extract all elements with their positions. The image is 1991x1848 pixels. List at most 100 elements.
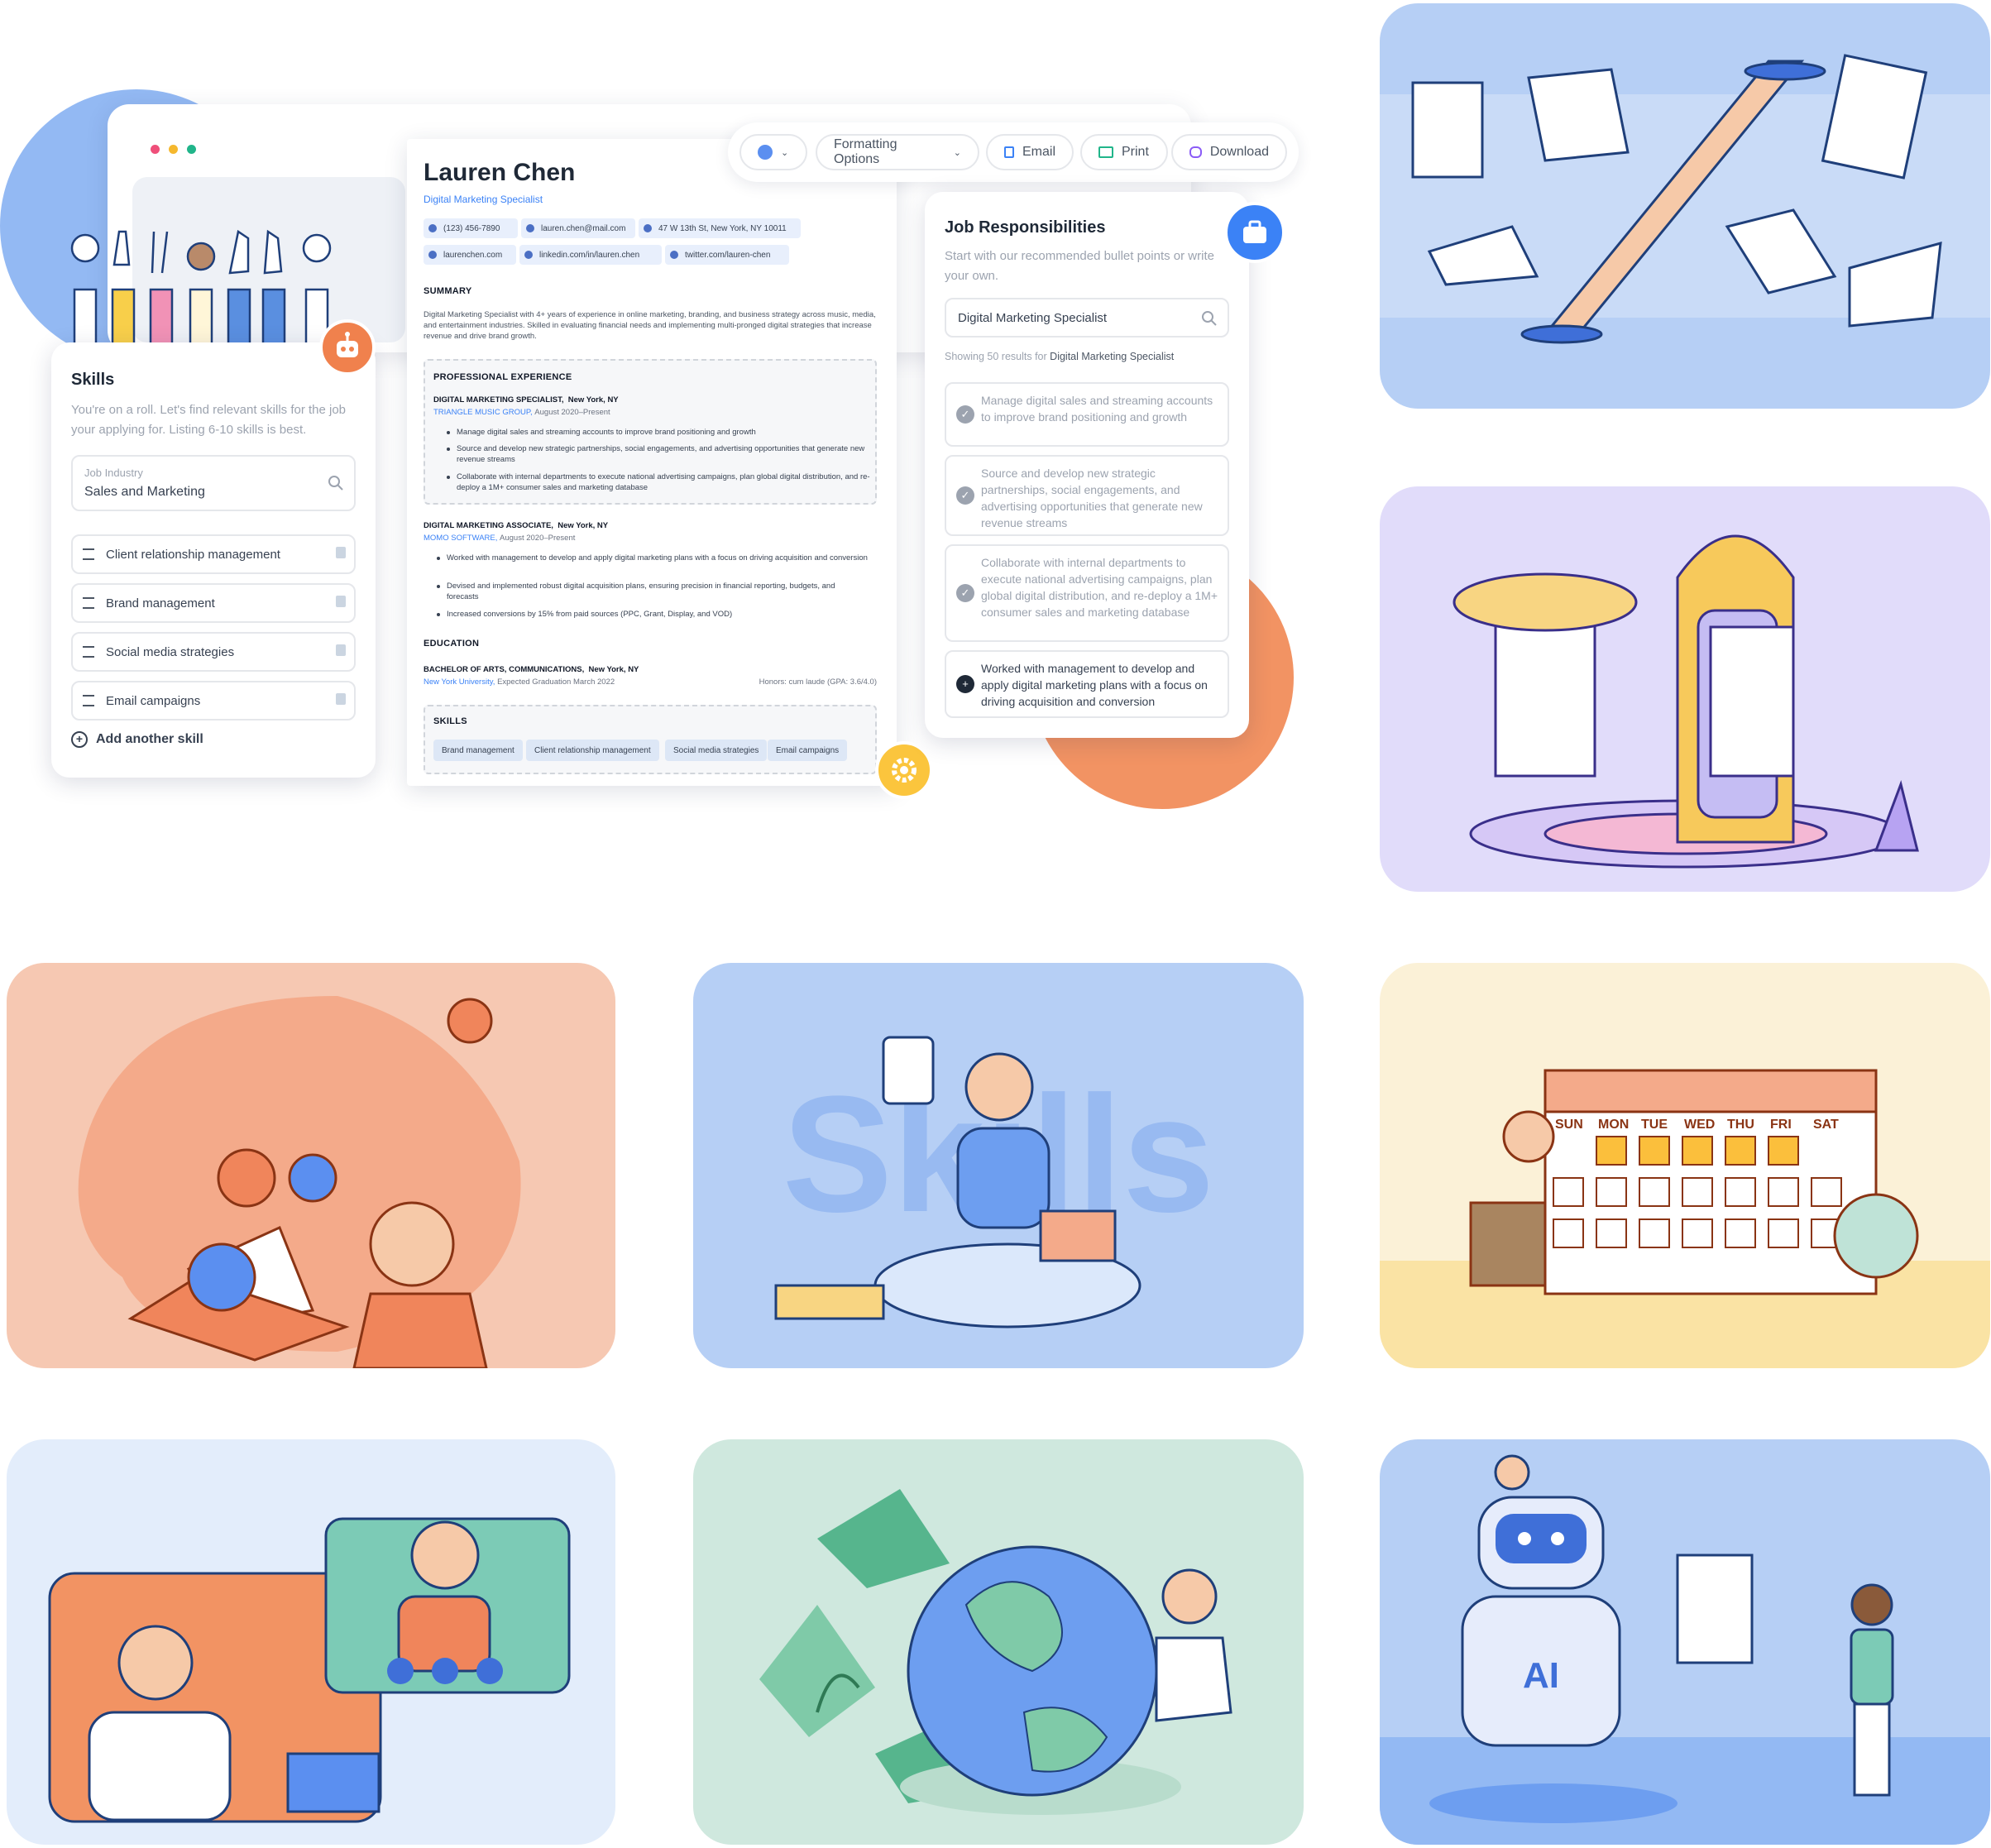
contact-email: lauren.chen@mail.com bbox=[521, 218, 635, 238]
illustration-skills-multitask: Skills bbox=[693, 963, 1304, 1368]
mail-icon bbox=[526, 224, 534, 232]
honors-text: Honors: cum laude (GPA: 3.6/4.0) bbox=[759, 677, 877, 687]
job2-bullet: Increased conversions by 15% from paid s… bbox=[437, 609, 869, 620]
illustration-mirror-resume bbox=[1380, 486, 1990, 892]
drag-handle-icon[interactable] bbox=[83, 646, 94, 658]
search-icon bbox=[328, 476, 343, 491]
resume-title: Digital Marketing Specialist bbox=[424, 194, 543, 205]
job2-company-line: MOMO SOFTWARE, August 2020–Present bbox=[424, 534, 576, 543]
illustration-recycle-globe bbox=[693, 1439, 1304, 1845]
skills-panel-title: Skills bbox=[71, 371, 115, 389]
contact-linkedin: linkedin.com/in/lauren.chen bbox=[519, 245, 662, 265]
drag-handle-icon[interactable] bbox=[83, 695, 94, 706]
skill-item[interactable]: Client relationship management bbox=[71, 534, 356, 574]
results-count: Showing 50 results for Digital Marketing… bbox=[945, 351, 1175, 362]
search-icon bbox=[1202, 311, 1217, 326]
skill-item[interactable]: Social media strategies bbox=[71, 632, 356, 672]
responsibility-option[interactable]: ✓ Manage digital sales and streaming acco… bbox=[945, 382, 1229, 447]
job1-company-line: TRIANGLE MUSIC GROUP, August 2020–Presen… bbox=[433, 408, 610, 417]
job2-bullet: Devised and implemented robust digital a… bbox=[437, 581, 869, 602]
job-industry-label: Job Industry bbox=[84, 467, 143, 479]
responsibilities-search-input[interactable]: Digital Marketing Specialist bbox=[945, 298, 1229, 338]
school-line: New York University, Expected Graduation… bbox=[424, 677, 615, 687]
resume-skill-tag: Brand management bbox=[433, 740, 523, 761]
job1-bullet: Source and develop new strategic partner… bbox=[447, 443, 870, 465]
chevron-down-icon: ⌄ bbox=[781, 147, 789, 158]
job1-header: DIGITAL MARKETING SPECIALIST, New York, … bbox=[433, 395, 619, 405]
contact-twitter: twitter.com/lauren-chen bbox=[665, 245, 789, 265]
resume-skills-heading: SKILLS bbox=[433, 716, 467, 726]
add-skill-button[interactable]: + Add another skill bbox=[71, 731, 203, 748]
skill-item-label: Brand management bbox=[106, 596, 215, 610]
drag-handle-icon[interactable] bbox=[83, 597, 94, 609]
illustration-google-letters bbox=[7, 963, 615, 1368]
calendar-day-label: SUN bbox=[1555, 1118, 1583, 1132]
trash-icon[interactable] bbox=[336, 693, 346, 705]
calendar-day-label: SAT bbox=[1813, 1118, 1839, 1132]
job1-bullet: Collaborate with internal departments to… bbox=[447, 472, 870, 492]
responsibilities-title: Job Responsibilities bbox=[945, 218, 1106, 237]
summary-heading: SUMMARY bbox=[424, 286, 472, 296]
window-dot-green bbox=[187, 145, 196, 154]
education-heading: EDUCATION bbox=[424, 639, 480, 649]
check-icon: ✓ bbox=[956, 405, 974, 424]
trash-icon[interactable] bbox=[336, 644, 346, 656]
download-icon bbox=[1189, 146, 1202, 158]
resume-document: Lauren Chen Digital Marketing Specialist… bbox=[407, 139, 897, 786]
job1-bullet: Manage digital sales and streaming accou… bbox=[447, 427, 870, 438]
linkedin-icon bbox=[524, 251, 533, 259]
degree-line: BACHELOR OF ARTS, COMMUNICATIONS, New Yo… bbox=[424, 665, 639, 674]
summary-text: Digital Marketing Specialist with 4+ yea… bbox=[424, 310, 876, 341]
email-button[interactable]: Email bbox=[986, 134, 1074, 170]
responsibility-option-add[interactable]: + Worked with management to develop and a… bbox=[945, 650, 1229, 718]
contact-phone: (123) 456-7890 bbox=[424, 218, 518, 238]
contact-website: laurenchen.com bbox=[424, 245, 516, 265]
check-icon: ✓ bbox=[956, 584, 974, 602]
print-button[interactable]: Print bbox=[1080, 134, 1168, 170]
twitter-icon bbox=[670, 251, 678, 259]
color-picker-button[interactable]: ⌄ bbox=[739, 134, 807, 170]
skills-panel: Skills You're on a roll. Let's find rele… bbox=[51, 342, 376, 778]
illustration-video-call bbox=[7, 1439, 615, 1845]
gear-icon bbox=[875, 741, 933, 799]
formatting-options-button[interactable]: Formatting Options ⌄ bbox=[816, 134, 979, 170]
plus-icon: + bbox=[956, 675, 974, 693]
job-responsibilities-panel: Job Responsibilities Start with our reco… bbox=[925, 192, 1249, 738]
plus-circle-icon: + bbox=[71, 731, 88, 748]
calendar-day-label: MON bbox=[1598, 1118, 1629, 1132]
color-dot-icon bbox=[758, 145, 773, 160]
trash-icon[interactable] bbox=[336, 547, 346, 558]
skill-item-label: Email campaigns bbox=[106, 693, 201, 708]
illustration-handoff-resume bbox=[1380, 3, 1990, 409]
resume-skill-tag: Social media strategies bbox=[665, 740, 768, 761]
job-industry-value: Sales and Marketing bbox=[84, 485, 205, 499]
download-button[interactable]: Download bbox=[1171, 134, 1287, 170]
print-icon bbox=[1098, 146, 1113, 158]
ai-chest-label: AI bbox=[1523, 1655, 1559, 1696]
calendar-day-label: THU bbox=[1727, 1118, 1754, 1132]
job-industry-field[interactable]: Job Industry Sales and Marketing bbox=[71, 455, 356, 511]
trash-icon[interactable] bbox=[336, 596, 346, 607]
resume-skill-tag: Email campaigns bbox=[768, 740, 848, 761]
add-skill-label: Add another skill bbox=[96, 732, 203, 746]
calendar-day-label: FRI bbox=[1770, 1118, 1792, 1132]
drag-handle-icon[interactable] bbox=[83, 548, 94, 560]
resume-skill-tag: Client relationship management bbox=[526, 740, 659, 761]
window-dot-yellow bbox=[169, 145, 178, 154]
skill-item[interactable]: Brand management bbox=[71, 583, 356, 623]
skill-item-label: Social media strategies bbox=[106, 644, 235, 659]
location-icon bbox=[644, 224, 652, 232]
raised-hands-illustration bbox=[70, 229, 332, 347]
responsibility-option[interactable]: ✓ Collaborate with internal departments t… bbox=[945, 544, 1229, 642]
window-dot-red bbox=[151, 145, 160, 154]
calendar-day-label: TUE bbox=[1641, 1118, 1668, 1132]
contact-address: 47 W 13th St, New York, NY 10011 bbox=[639, 218, 801, 238]
calendar-day-label: WED bbox=[1684, 1118, 1715, 1132]
experience-heading: PROFESSIONAL EXPERIENCE bbox=[433, 372, 572, 382]
responsibility-option[interactable]: ✓ Source and develop new strategic partne… bbox=[945, 455, 1229, 536]
robot-icon bbox=[319, 319, 376, 376]
illustration-calendar: SUN MON TUE WED THU FRI SAT bbox=[1380, 963, 1990, 1368]
skills-panel-description: You're on a roll. Let's find relevant sk… bbox=[71, 403, 347, 437]
skill-item[interactable]: Email campaigns bbox=[71, 681, 356, 721]
responsibilities-description: Start with our recommended bullet points… bbox=[945, 249, 1214, 283]
